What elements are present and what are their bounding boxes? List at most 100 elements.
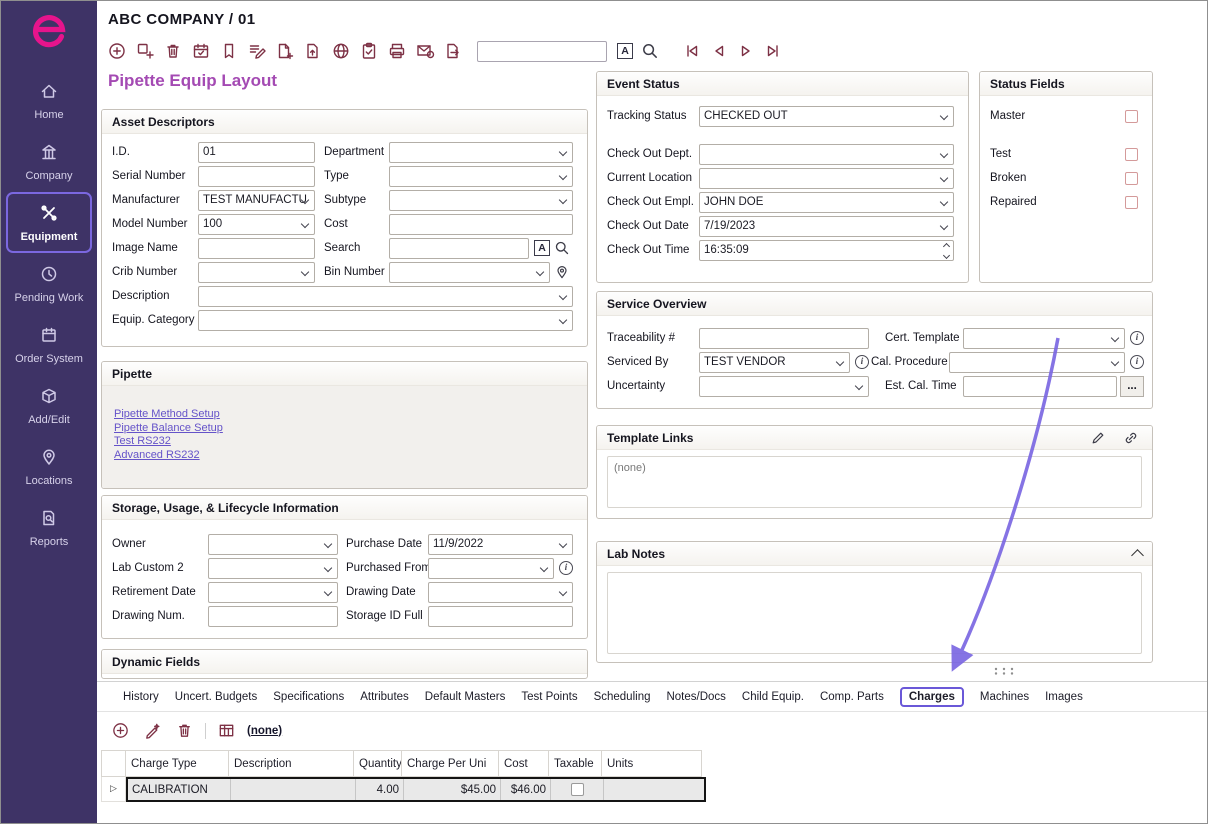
sidebar-item-equipment[interactable]: Equipment (6, 192, 92, 253)
column-header-quantity[interactable]: Quantity (354, 750, 402, 777)
cell-units[interactable] (604, 779, 704, 800)
check-out-empl-select[interactable]: JOHN DOE (699, 192, 954, 213)
cell-description[interactable] (231, 779, 356, 800)
sidebar-item-reports[interactable]: Reports (6, 497, 92, 558)
doc-add-icon[interactable] (273, 40, 296, 63)
type-select[interactable] (389, 166, 573, 187)
retirement-date-select[interactable] (208, 582, 338, 603)
column-header-taxable[interactable]: Taxable (549, 750, 602, 777)
uncertainty-select[interactable] (699, 376, 869, 397)
toolbar-search-input[interactable] (477, 41, 607, 62)
info-icon[interactable]: i (1130, 331, 1144, 345)
next-record-icon[interactable] (734, 40, 757, 63)
cell-cost[interactable]: $46.00 (501, 779, 551, 800)
taxable-checkbox[interactable] (571, 783, 584, 796)
lab-notes-content[interactable] (607, 572, 1142, 654)
model-number-select[interactable]: 100 (198, 214, 315, 235)
check-out-date-select[interactable]: 7/19/2023 (699, 216, 954, 237)
link-icon[interactable] (1119, 426, 1142, 449)
match-case-icon[interactable]: A (534, 240, 550, 256)
est-cal-time-ellipsis-button[interactable]: ... (1120, 376, 1144, 397)
edit-pencil-icon[interactable] (1086, 426, 1109, 449)
current-location-select[interactable] (699, 168, 954, 189)
info-icon[interactable]: i (855, 355, 869, 369)
pipette-method-setup-link[interactable]: Pipette Method Setup (114, 408, 220, 422)
department-select[interactable] (389, 142, 573, 163)
sidebar-item-pending-work[interactable]: Pending Work (6, 253, 92, 314)
tab-uncert-budgets[interactable]: Uncert. Budgets (175, 691, 257, 703)
serial-number-input[interactable] (198, 166, 315, 187)
tab-scheduling[interactable]: Scheduling (594, 691, 651, 703)
cost-input[interactable] (389, 214, 573, 235)
tab-attributes[interactable]: Attributes (360, 691, 409, 703)
doc-upload-icon[interactable] (301, 40, 324, 63)
clipboard-check-icon[interactable] (357, 40, 380, 63)
test-checkbox[interactable] (1125, 148, 1138, 161)
row-expander[interactable]: ▷ (101, 777, 126, 802)
tab-history[interactable]: History (123, 691, 159, 703)
tab-machines[interactable]: Machines (980, 691, 1029, 703)
last-record-icon[interactable] (761, 40, 784, 63)
charges-row-cells[interactable]: CALIBRATION 4.00 $45.00 $46.00 (126, 777, 706, 802)
traceability-input[interactable] (699, 328, 869, 349)
cell-charge-per-unit[interactable]: $45.00 (404, 779, 501, 800)
tab-charges[interactable]: Charges (900, 687, 964, 707)
column-header-charge-per-unit[interactable]: Charge Per Uni (402, 750, 499, 777)
crib-number-select[interactable] (198, 262, 315, 283)
image-name-input[interactable] (198, 238, 315, 259)
add-icon[interactable] (105, 40, 128, 63)
column-header-description[interactable]: Description (229, 750, 354, 777)
calendar-check-icon[interactable] (189, 40, 212, 63)
master-checkbox[interactable] (1125, 110, 1138, 123)
pipette-balance-setup-link[interactable]: Pipette Balance Setup (114, 422, 223, 436)
owner-select[interactable] (208, 534, 338, 555)
id-input[interactable]: 01 (198, 142, 315, 163)
tab-notes-docs[interactable]: Notes/Docs (666, 691, 725, 703)
lab-custom-2-select[interactable] (208, 558, 338, 579)
delete-icon[interactable] (161, 40, 184, 63)
cell-quantity[interactable]: 4.00 (356, 779, 404, 800)
column-header-charge-type[interactable]: Charge Type (126, 750, 229, 777)
description-select[interactable] (198, 286, 573, 307)
bin-number-select[interactable] (389, 262, 550, 283)
app-logo-icon[interactable] (27, 9, 71, 56)
est-cal-time-input[interactable] (963, 376, 1117, 397)
tab-images[interactable]: Images (1045, 691, 1083, 703)
storage-id-full-input[interactable] (428, 606, 573, 627)
sidebar-item-locations[interactable]: Locations (6, 436, 92, 497)
previous-record-icon[interactable] (707, 40, 730, 63)
search-icon[interactable] (638, 40, 661, 63)
sidebar-item-home[interactable]: Home (6, 70, 92, 131)
tracking-status-select[interactable]: CHECKED OUT (699, 106, 954, 127)
add-charge-icon[interactable] (109, 719, 132, 742)
column-header-cost[interactable]: Cost (499, 750, 549, 777)
info-icon[interactable]: i (559, 561, 573, 575)
search-icon[interactable] (550, 237, 573, 260)
tab-specifications[interactable]: Specifications (273, 691, 344, 703)
template-links-content[interactable]: (none) (607, 456, 1142, 508)
drawing-num-input[interactable] (208, 606, 338, 627)
advanced-rs232-link[interactable]: Advanced RS232 (114, 449, 200, 463)
cert-template-select[interactable] (963, 328, 1125, 349)
asset-search-input[interactable] (389, 238, 529, 259)
check-out-time-spinner[interactable]: 16:35:09 (699, 240, 954, 261)
check-out-dept-select[interactable] (699, 144, 954, 165)
email-icon[interactable] (413, 40, 436, 63)
edit-record-icon[interactable] (245, 40, 268, 63)
cell-charge-type[interactable]: CALIBRATION (128, 779, 231, 800)
export-record-icon[interactable] (441, 40, 464, 63)
drawing-date-select[interactable] (428, 582, 573, 603)
sidebar-item-order-system[interactable]: Order System (6, 314, 92, 375)
spinner-arrows-icon[interactable] (944, 244, 949, 258)
test-rs232-link[interactable]: Test RS232 (114, 435, 171, 449)
cal-procedure-select[interactable] (949, 352, 1125, 373)
subtype-select[interactable] (389, 190, 573, 211)
tab-test-points[interactable]: Test Points (521, 691, 577, 703)
collapse-icon[interactable] (1131, 549, 1144, 562)
view-selector-link[interactable]: (none) (247, 725, 282, 737)
manufacturer-select[interactable]: TEST MANUFACTU (198, 190, 315, 211)
equip-category-select[interactable] (198, 310, 573, 331)
match-case-icon[interactable]: A (617, 43, 633, 59)
sidebar-item-company[interactable]: Company (6, 131, 92, 192)
broken-checkbox[interactable] (1125, 172, 1138, 185)
